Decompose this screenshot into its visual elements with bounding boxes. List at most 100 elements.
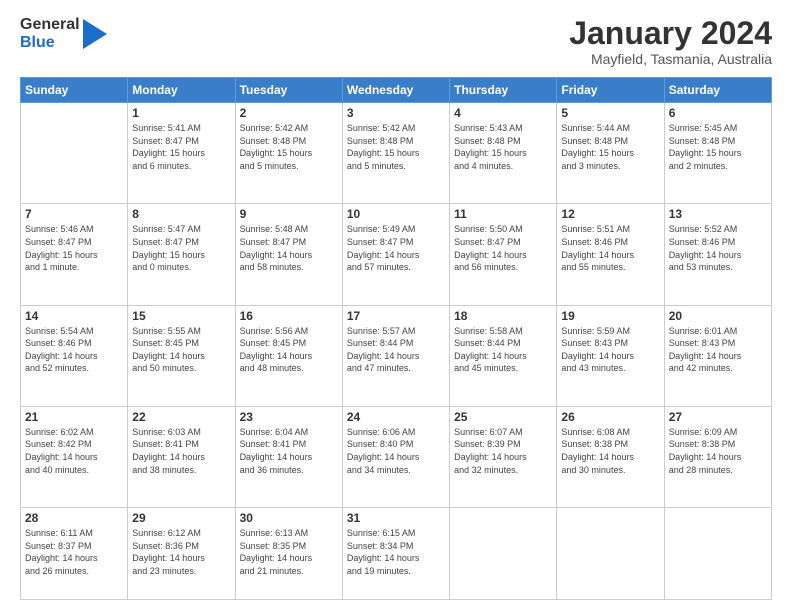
table-row: 29 Sunrise: 6:12 AM Sunset: 8:36 PM Dayli… — [128, 507, 235, 599]
day-info: Sunrise: 5:58 AM Sunset: 8:44 PM Dayligh… — [454, 325, 552, 375]
day-number: 16 — [240, 309, 338, 323]
table-row — [21, 103, 128, 204]
day-number: 18 — [454, 309, 552, 323]
col-saturday: Saturday — [664, 78, 771, 103]
day-info: Sunrise: 5:42 AM Sunset: 8:48 PM Dayligh… — [240, 122, 338, 172]
table-row: 10 Sunrise: 5:49 AM Sunset: 8:47 PM Dayli… — [342, 204, 449, 305]
table-row: 12Sunrise: 5:51 AM Sunset: 8:46 PM Dayli… — [557, 204, 664, 305]
table-row: 23Sunrise: 6:04 AM Sunset: 8:41 PM Dayli… — [235, 406, 342, 507]
day-info: Sunrise: 6:08 AM Sunset: 8:38 PM Dayligh… — [561, 426, 659, 476]
day-number: 1 — [132, 106, 230, 120]
day-number: 6 — [669, 106, 767, 120]
page: General Blue January 2024 Mayfield, Tasm… — [0, 0, 792, 612]
day-info: Sunrise: 5:56 AM Sunset: 8:45 PM Dayligh… — [240, 325, 338, 375]
calendar-week-row: 7 Sunrise: 5:46 AM Sunset: 8:47 PM Daylig… — [21, 204, 772, 305]
day-number: 17 — [347, 309, 445, 323]
day-info: Sunrise: 6:01 AM Sunset: 8:43 PM Dayligh… — [669, 325, 767, 375]
day-number: 29 — [132, 511, 230, 525]
day-info: Sunrise: 5:49 AM Sunset: 8:47 PM Dayligh… — [347, 223, 445, 273]
table-row: 26 Sunrise: 6:08 AM Sunset: 8:38 PM Dayli… — [557, 406, 664, 507]
day-number: 21 — [25, 410, 123, 424]
col-tuesday: Tuesday — [235, 78, 342, 103]
day-number: 10 — [347, 207, 445, 221]
day-number: 30 — [240, 511, 338, 525]
table-row: 5Sunrise: 5:44 AM Sunset: 8:48 PM Daylig… — [557, 103, 664, 204]
table-row: 24Sunrise: 6:06 AM Sunset: 8:40 PM Dayli… — [342, 406, 449, 507]
day-info: Sunrise: 5:52 AM Sunset: 8:46 PM Dayligh… — [669, 223, 767, 273]
day-number: 3 — [347, 106, 445, 120]
table-row: 25 Sunrise: 6:07 AM Sunset: 8:39 PM Dayli… — [450, 406, 557, 507]
table-row: 17 Sunrise: 5:57 AM Sunset: 8:44 PM Dayli… — [342, 305, 449, 406]
day-number: 11 — [454, 207, 552, 221]
table-row: 28 Sunrise: 6:11 AM Sunset: 8:37 PM Dayli… — [21, 507, 128, 599]
table-row: 27 Sunrise: 6:09 AM Sunset: 8:38 PM Dayli… — [664, 406, 771, 507]
table-row: 2 Sunrise: 5:42 AM Sunset: 8:48 PM Daylig… — [235, 103, 342, 204]
day-info: Sunrise: 5:43 AM Sunset: 8:48 PM Dayligh… — [454, 122, 552, 172]
day-info: Sunrise: 5:57 AM Sunset: 8:44 PM Dayligh… — [347, 325, 445, 375]
day-info: Sunrise: 5:55 AM Sunset: 8:45 PM Dayligh… — [132, 325, 230, 375]
header-right: January 2024 Mayfield, Tasmania, Austral… — [569, 16, 772, 67]
table-row — [664, 507, 771, 599]
calendar: Sunday Monday Tuesday Wednesday Thursday… — [20, 77, 772, 600]
table-row: 18 Sunrise: 5:58 AM Sunset: 8:44 PM Dayli… — [450, 305, 557, 406]
table-row: 14 Sunrise: 5:54 AM Sunset: 8:46 PM Dayli… — [21, 305, 128, 406]
location: Mayfield, Tasmania, Australia — [569, 51, 772, 67]
day-info: Sunrise: 5:45 AM Sunset: 8:48 PM Dayligh… — [669, 122, 767, 172]
day-number: 7 — [25, 207, 123, 221]
day-info: Sunrise: 5:50 AM Sunset: 8:47 PM Dayligh… — [454, 223, 552, 273]
table-row: 9Sunrise: 5:48 AM Sunset: 8:47 PM Daylig… — [235, 204, 342, 305]
calendar-week-row: 21Sunrise: 6:02 AM Sunset: 8:42 PM Dayli… — [21, 406, 772, 507]
day-info: Sunrise: 6:11 AM Sunset: 8:37 PM Dayligh… — [25, 527, 123, 577]
day-info: Sunrise: 6:13 AM Sunset: 8:35 PM Dayligh… — [240, 527, 338, 577]
day-info: Sunrise: 6:06 AM Sunset: 8:40 PM Dayligh… — [347, 426, 445, 476]
day-info: Sunrise: 6:12 AM Sunset: 8:36 PM Dayligh… — [132, 527, 230, 577]
calendar-week-row: 1Sunrise: 5:41 AM Sunset: 8:47 PM Daylig… — [21, 103, 772, 204]
day-number: 20 — [669, 309, 767, 323]
table-row: 30 Sunrise: 6:13 AM Sunset: 8:35 PM Dayli… — [235, 507, 342, 599]
day-info: Sunrise: 6:07 AM Sunset: 8:39 PM Dayligh… — [454, 426, 552, 476]
table-row: 31 Sunrise: 6:15 AM Sunset: 8:34 PM Dayli… — [342, 507, 449, 599]
table-row: 20 Sunrise: 6:01 AM Sunset: 8:43 PM Dayli… — [664, 305, 771, 406]
header: General Blue January 2024 Mayfield, Tasm… — [20, 16, 772, 67]
table-row: 22Sunrise: 6:03 AM Sunset: 8:41 PM Dayli… — [128, 406, 235, 507]
day-info: Sunrise: 6:15 AM Sunset: 8:34 PM Dayligh… — [347, 527, 445, 577]
table-row: 8 Sunrise: 5:47 AM Sunset: 8:47 PM Daylig… — [128, 204, 235, 305]
day-info: Sunrise: 5:44 AM Sunset: 8:48 PM Dayligh… — [561, 122, 659, 172]
day-number: 25 — [454, 410, 552, 424]
col-wednesday: Wednesday — [342, 78, 449, 103]
day-number: 8 — [132, 207, 230, 221]
day-number: 22 — [132, 410, 230, 424]
day-number: 31 — [347, 511, 445, 525]
calendar-header-row: Sunday Monday Tuesday Wednesday Thursday… — [21, 78, 772, 103]
day-number: 2 — [240, 106, 338, 120]
col-friday: Friday — [557, 78, 664, 103]
day-info: Sunrise: 5:42 AM Sunset: 8:48 PM Dayligh… — [347, 122, 445, 172]
day-number: 26 — [561, 410, 659, 424]
table-row: 6 Sunrise: 5:45 AM Sunset: 8:48 PM Daylig… — [664, 103, 771, 204]
day-number: 28 — [25, 511, 123, 525]
day-info: Sunrise: 5:48 AM Sunset: 8:47 PM Dayligh… — [240, 223, 338, 273]
day-number: 4 — [454, 106, 552, 120]
day-info: Sunrise: 5:46 AM Sunset: 8:47 PM Dayligh… — [25, 223, 123, 273]
day-info: Sunrise: 6:09 AM Sunset: 8:38 PM Dayligh… — [669, 426, 767, 476]
table-row: 7 Sunrise: 5:46 AM Sunset: 8:47 PM Daylig… — [21, 204, 128, 305]
table-row — [557, 507, 664, 599]
logo: General Blue — [20, 16, 107, 51]
month-title: January 2024 — [569, 16, 772, 51]
table-row — [450, 507, 557, 599]
col-sunday: Sunday — [21, 78, 128, 103]
col-thursday: Thursday — [450, 78, 557, 103]
day-number: 27 — [669, 410, 767, 424]
day-info: Sunrise: 5:54 AM Sunset: 8:46 PM Dayligh… — [25, 325, 123, 375]
day-info: Sunrise: 5:47 AM Sunset: 8:47 PM Dayligh… — [132, 223, 230, 273]
table-row: 15 Sunrise: 5:55 AM Sunset: 8:45 PM Dayli… — [128, 305, 235, 406]
calendar-week-row: 14 Sunrise: 5:54 AM Sunset: 8:46 PM Dayli… — [21, 305, 772, 406]
table-row: 19Sunrise: 5:59 AM Sunset: 8:43 PM Dayli… — [557, 305, 664, 406]
table-row: 11 Sunrise: 5:50 AM Sunset: 8:47 PM Dayli… — [450, 204, 557, 305]
day-number: 14 — [25, 309, 123, 323]
table-row: 16 Sunrise: 5:56 AM Sunset: 8:45 PM Dayli… — [235, 305, 342, 406]
table-row: 1Sunrise: 5:41 AM Sunset: 8:47 PM Daylig… — [128, 103, 235, 204]
day-number: 15 — [132, 309, 230, 323]
logo-triangle-icon — [83, 19, 107, 49]
day-info: Sunrise: 6:04 AM Sunset: 8:41 PM Dayligh… — [240, 426, 338, 476]
